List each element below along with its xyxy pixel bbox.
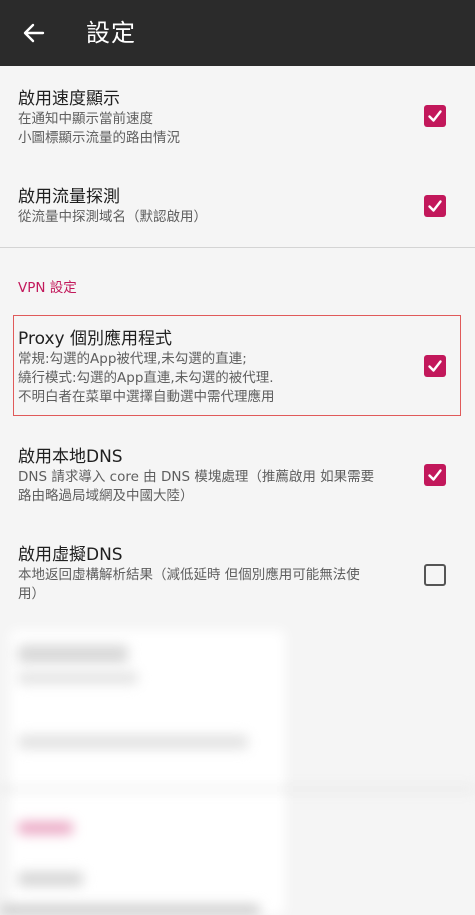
checkmark-icon [428,469,442,481]
checkmark-icon [428,360,442,372]
setting-local-dns[interactable]: 啟用本地DNS DNS 請求導入 core 由 DNS 模塊處理（推薦啟用 如果… [0,432,475,524]
setting-summary-line: 路由略過局域網及中國大陸） [18,488,194,504]
checkmark-icon [428,110,442,122]
setting-summary-line: 繞行模式:勾選的App直連,未勾選的被代理. [18,370,274,386]
setting-summary-line: 從流量中探測域名（默認啟用） [18,209,207,225]
setting-title: 啟用虛擬DNS [18,545,123,565]
setting-fake-dns[interactable]: 啟用虛擬DNS 本地返回虛構解析結果（減低延時 但個別應用可能無法使 用） [0,530,475,622]
setting-summary-line: 用） [18,586,45,602]
setting-per-app-proxy[interactable]: Proxy 個別應用程式 常規:勾選的App被代理,未勾選的直連; 繞行模式:勾… [0,316,475,416]
setting-title: 啟用速度顯示 [18,89,120,109]
speed-display-checkbox[interactable] [424,105,446,127]
setting-title: 啟用本地DNS [18,447,123,467]
arrow-left-icon [23,23,45,43]
setting-summary-line: DNS 請求導入 core 由 DNS 模塊處理（推薦啟用 如果需要 [18,469,375,485]
page-title: 設定 [86,19,136,47]
setting-summary-line: 本地返回虛構解析結果（減低延時 但個別應用可能無法使 [18,567,360,583]
setting-summary-line: 小圖標顯示流量的路由情況 [18,130,180,146]
back-button[interactable] [20,19,48,47]
setting-traffic-sniffing[interactable]: 啟用流量探測 從流量中探測域名（默認啟用） [0,166,475,246]
setting-summary-line: 常規:勾選的App被代理,未勾選的直連; [18,351,247,367]
app-bar: 設定 [0,0,475,66]
setting-speed-display[interactable]: 啟用速度顯示 在通知中顯示當前速度 小圖標顯示流量的路由情況 [0,66,475,166]
setting-title: Proxy 個別應用程式 [18,329,172,349]
local-dns-checkbox[interactable] [424,464,446,486]
setting-summary-line: 不明白者在菜單中選擇自動選中需代理應用 [18,389,275,405]
section-header-vpn: VPN 設定 [18,280,77,296]
checkmark-icon [428,200,442,212]
traffic-sniffing-checkbox[interactable] [424,195,446,217]
fake-dns-checkbox[interactable] [424,564,446,586]
setting-summary-line: 在通知中顯示當前速度 [18,111,153,127]
section-divider [0,247,475,248]
per-app-proxy-checkbox[interactable] [424,355,446,377]
setting-title: 啟用流量探測 [18,187,120,207]
